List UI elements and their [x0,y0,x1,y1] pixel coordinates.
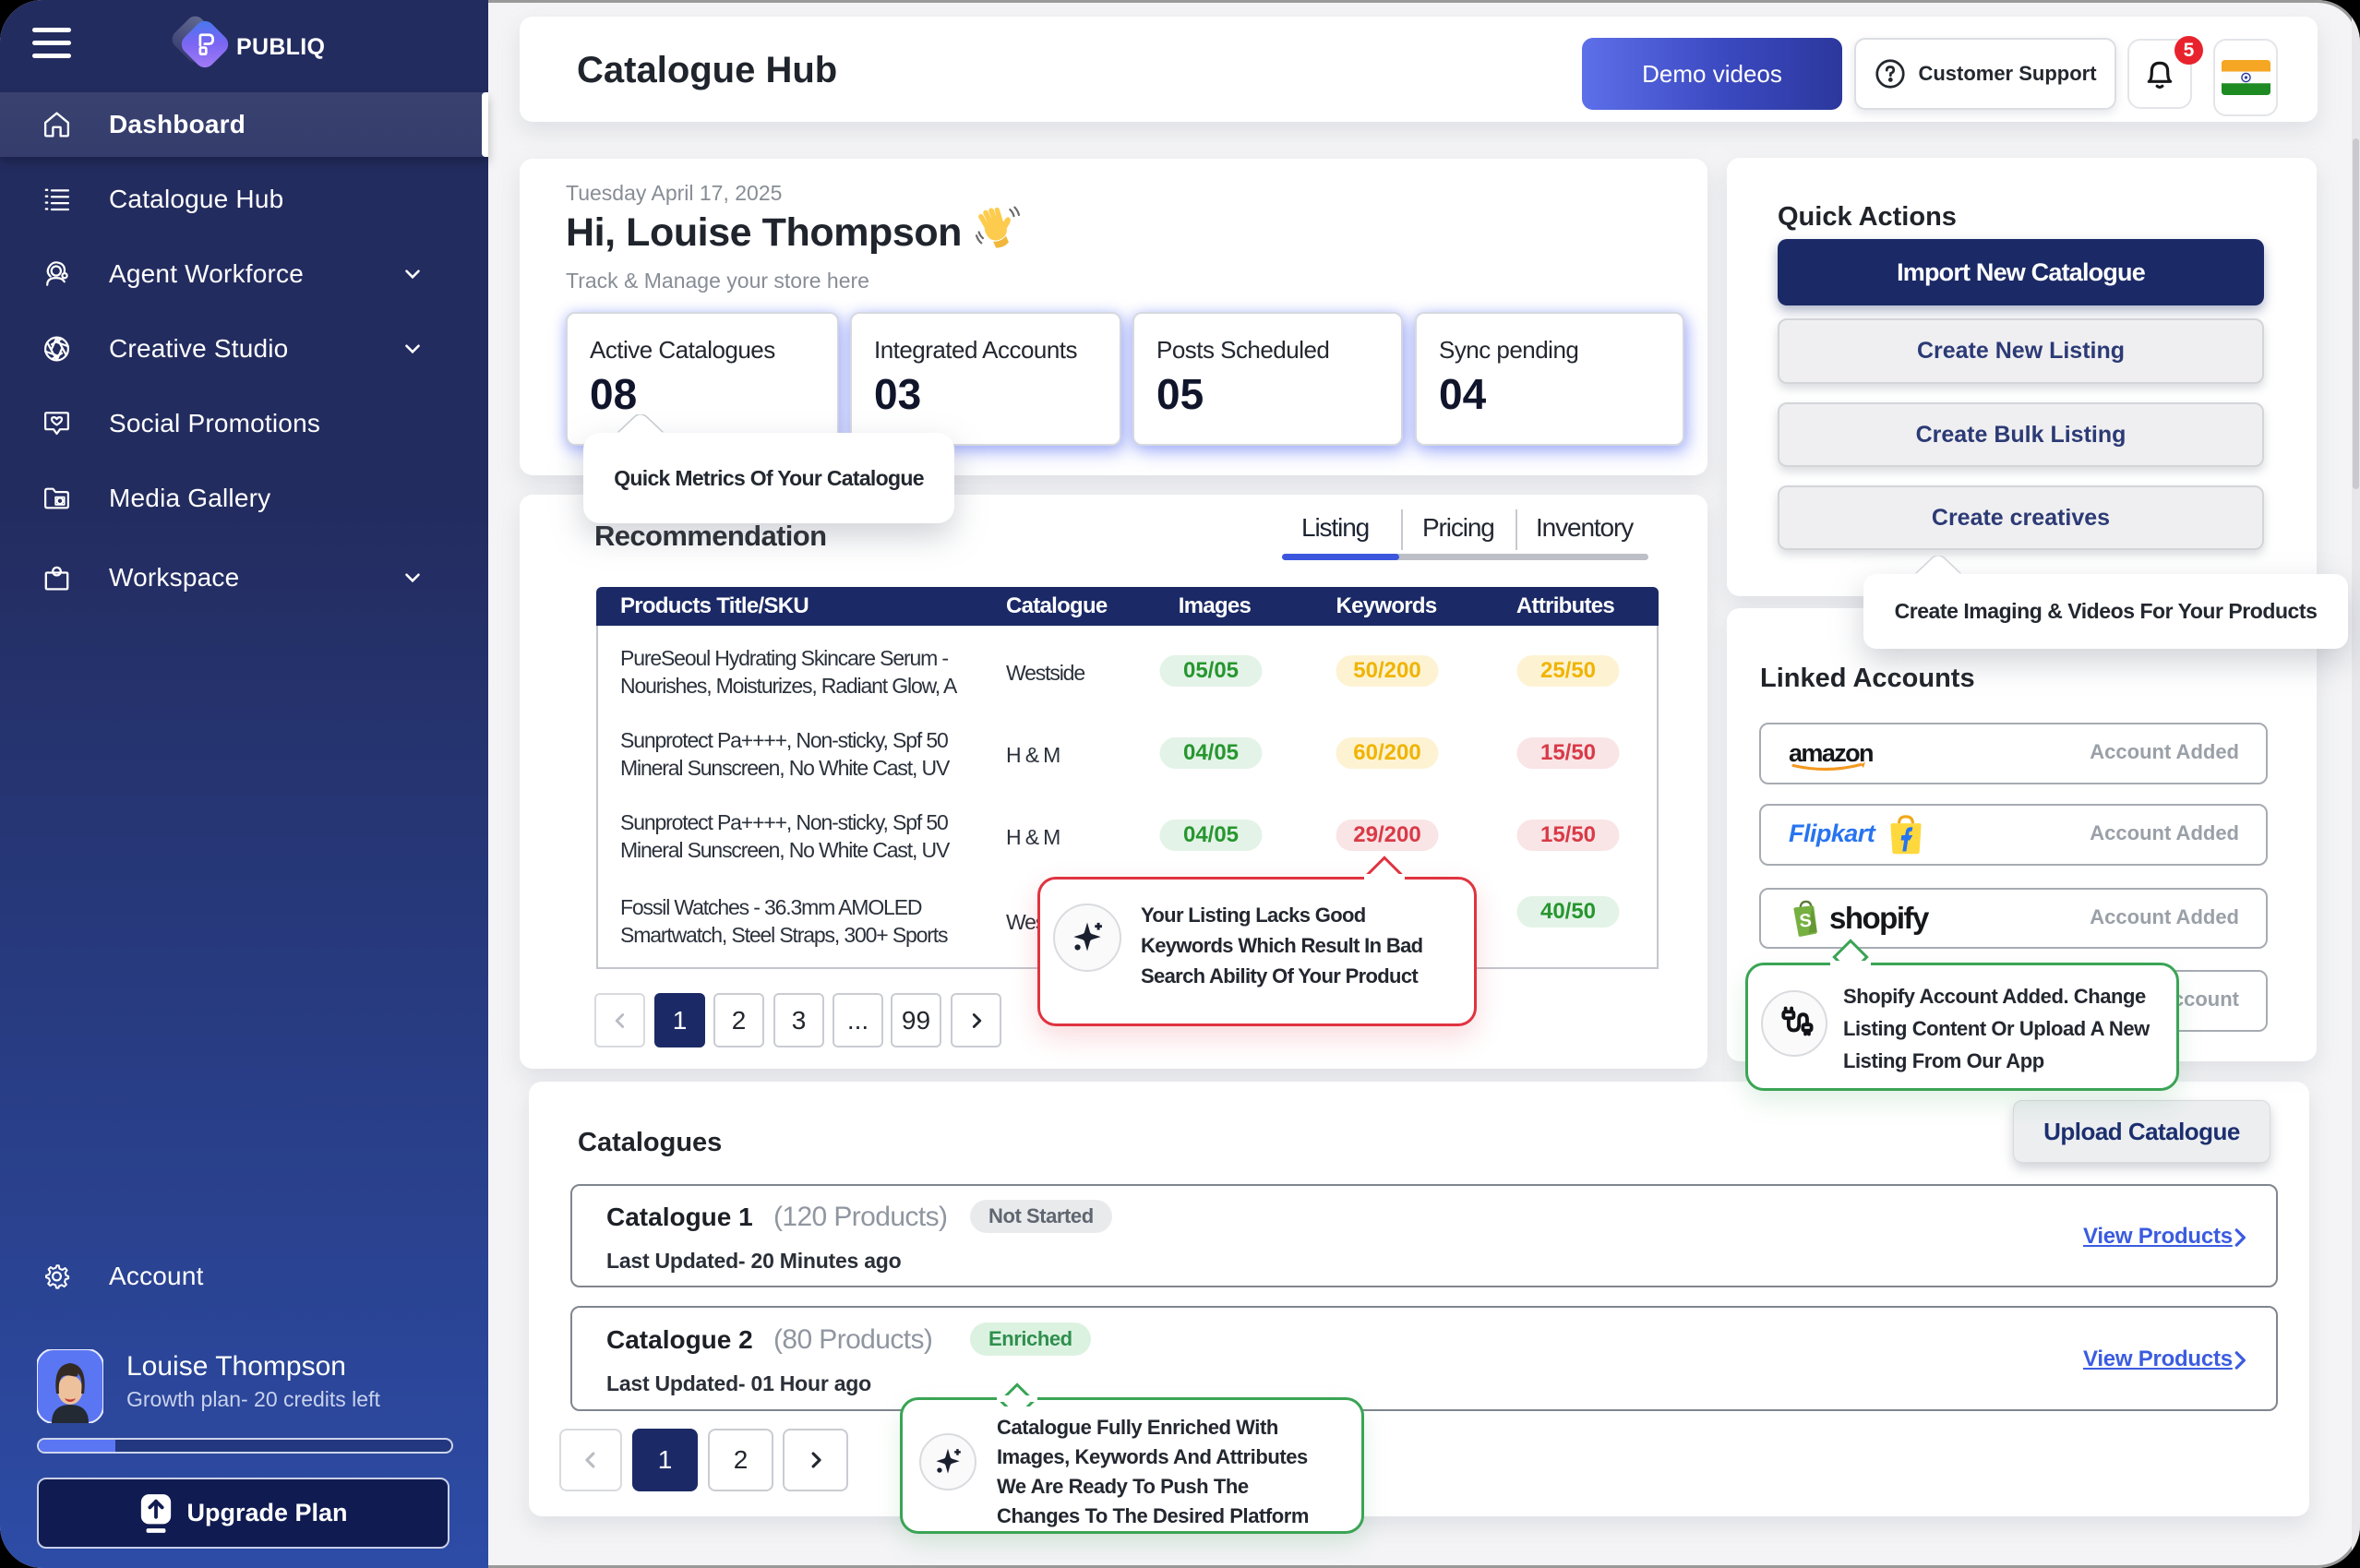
svg-text:amazon: amazon [1789,739,1873,767]
svg-text:S: S [1799,911,1813,932]
